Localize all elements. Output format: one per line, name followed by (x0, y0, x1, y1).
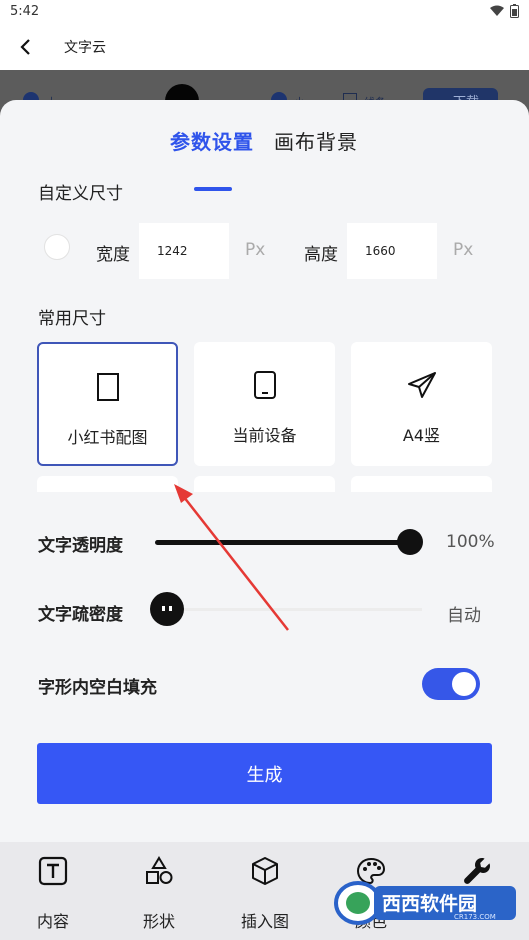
card-label: 当前设备 (232, 426, 297, 445)
status-time: 5:42 (10, 4, 40, 19)
common-size-label: 常用尺寸 (38, 309, 106, 329)
size-card-more[interactable] (194, 476, 335, 492)
tab-params[interactable]: 参数设置 (170, 126, 254, 155)
opacity-value: 100% (446, 532, 495, 552)
size-card-more[interactable] (351, 476, 492, 492)
nav-label: 插入图 (240, 912, 289, 931)
nav-insert-image[interactable]: 插入图 (225, 856, 305, 931)
custom-size-label: 自定义尺寸 (38, 184, 123, 204)
density-value: 自动 (447, 606, 481, 626)
height-unit: Px (453, 240, 474, 260)
text-t-icon (38, 856, 68, 886)
nav-content[interactable]: 内容 (13, 856, 93, 931)
chevron-left-icon (20, 39, 30, 55)
app-bar: 文字云 (0, 24, 529, 70)
shapes-icon (146, 856, 173, 884)
width-label: 宽度 (96, 245, 130, 265)
nav-label: 内容 (36, 912, 69, 931)
height-input[interactable] (347, 223, 437, 279)
opacity-fill (155, 540, 410, 545)
size-card-a4[interactable]: A4竖 (351, 342, 492, 466)
density-thumb[interactable] (150, 592, 184, 626)
opacity-thumb[interactable] (397, 529, 423, 555)
card-label: 小红书配图 (67, 428, 148, 447)
glyph-fill-toggle[interactable] (422, 668, 480, 700)
battery-icon (510, 4, 519, 18)
toggle-knob (452, 672, 476, 696)
size-card-xiaohongshu[interactable]: 小红书配图 (37, 342, 178, 466)
watermark-logo: 西西软件园 CR173.COM (334, 881, 516, 925)
cube-icon (252, 857, 278, 885)
page-title: 文字云 (64, 40, 106, 56)
status-bar: 5:42 (0, 0, 529, 24)
generate-button[interactable]: 生成 (37, 743, 492, 804)
grip-dots-icon (162, 606, 172, 611)
portrait-rect-icon (96, 373, 119, 401)
density-slider[interactable] (150, 592, 422, 626)
tab-indicator (194, 187, 232, 191)
glyph-fill-label: 字形内空白填充 (38, 678, 157, 698)
card-label: A4竖 (402, 426, 441, 445)
tab-canvas-bg[interactable]: 画布背景 (274, 126, 358, 155)
opacity-label: 文字透明度 (38, 536, 123, 556)
phone-icon (253, 371, 276, 399)
nav-shapes[interactable]: 形状 (119, 856, 199, 931)
status-icons (490, 4, 519, 18)
settings-sheet: 参数设置 画布背景 自定义尺寸 宽度 Px 高度 Px 常用尺寸 小红书配图 当… (0, 100, 529, 842)
back-button[interactable] (12, 34, 38, 60)
wifi-icon (490, 5, 504, 16)
size-card-more[interactable] (37, 476, 178, 492)
tab-bar: 参数设置 画布背景 (0, 126, 529, 191)
watermark-url: CR173.COM (454, 913, 496, 921)
height-label: 高度 (304, 245, 338, 265)
width-input[interactable] (139, 223, 229, 279)
custom-size-radio[interactable] (44, 234, 70, 260)
watermark-text: 西西软件园 (382, 892, 477, 915)
width-unit: Px (245, 240, 266, 260)
density-ticks (167, 608, 422, 611)
opacity-slider[interactable] (155, 529, 423, 555)
density-label: 文字疏密度 (38, 605, 123, 625)
nav-label: 形状 (142, 912, 175, 931)
paper-plane-icon (407, 372, 436, 398)
size-card-current-device[interactable]: 当前设备 (194, 342, 335, 466)
